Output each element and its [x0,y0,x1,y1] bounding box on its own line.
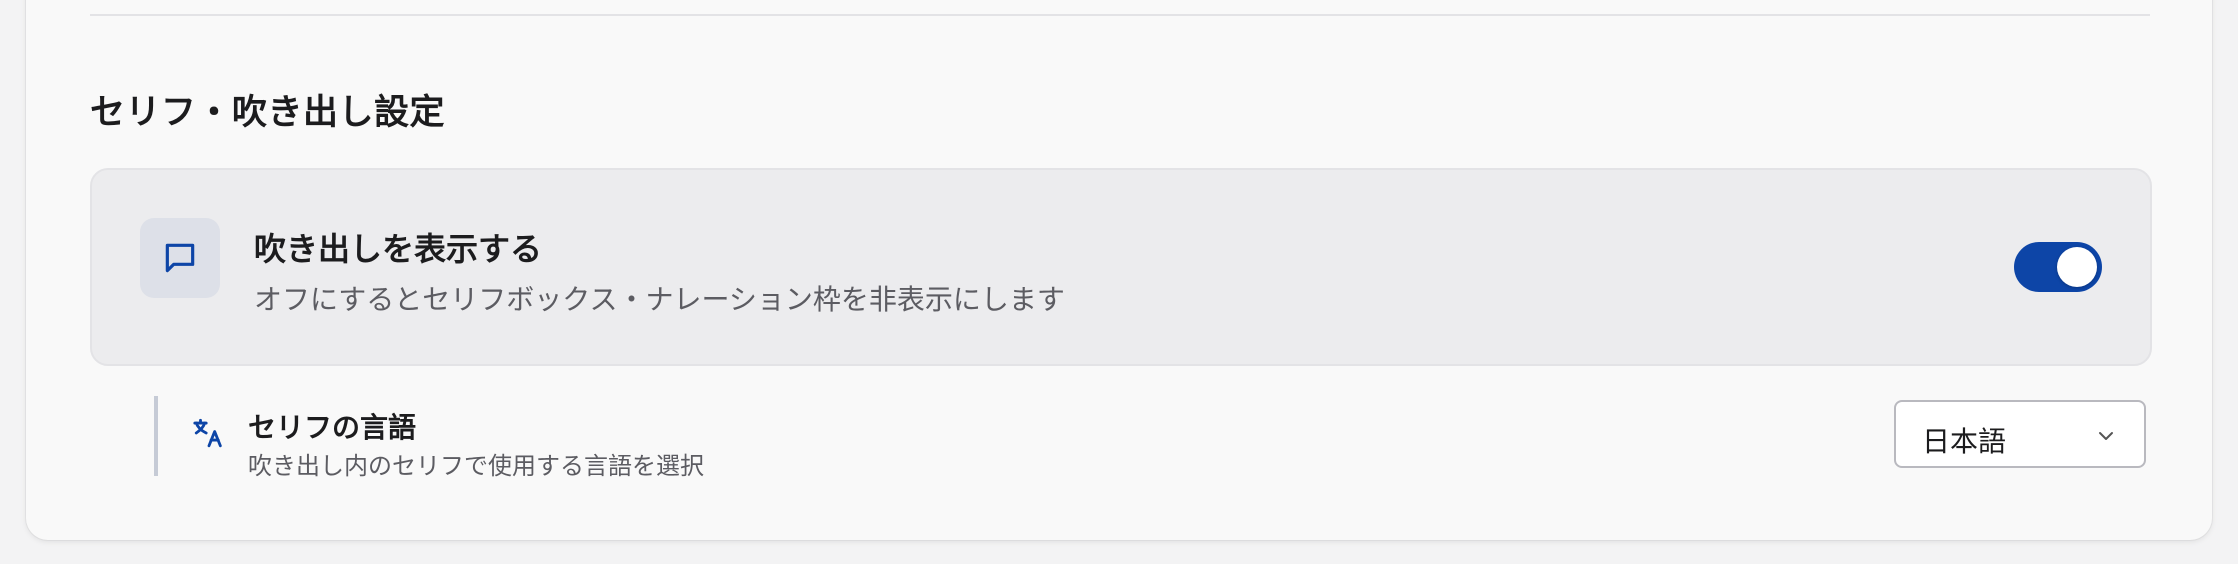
balloon-toggle-description: オフにするとセリフボックス・ナレーション枠を非表示にします [254,283,1065,316]
section-title: セリフ・吹き出し設定 [90,93,446,133]
balloon-toggle-switch[interactable] [2014,242,2102,292]
balloon-toggle-title: 吹き出しを表示する [254,230,543,268]
selected-language: 日本語 [1922,425,2007,458]
dialogue-language-row: セリフの言語 吹き出し内のセリフで使用する言語を選択 [154,396,2154,480]
chevron-down-icon [2094,424,2118,452]
divider [90,14,2150,16]
speech-bubble-icon [140,218,220,298]
switch-knob [2057,247,2097,287]
dialogue-language-description: 吹き出し内のセリフで使用する言語を選択 [248,452,704,480]
dialogue-language-select[interactable]: 日本語 [1894,400,2146,468]
translate-icon [192,416,226,454]
balloon-toggle-row[interactable]: 吹き出しを表示する オフにするとセリフボックス・ナレーション枠を非表示にします [90,168,2152,366]
dialogue-language-title: セリフの言語 [248,411,417,444]
